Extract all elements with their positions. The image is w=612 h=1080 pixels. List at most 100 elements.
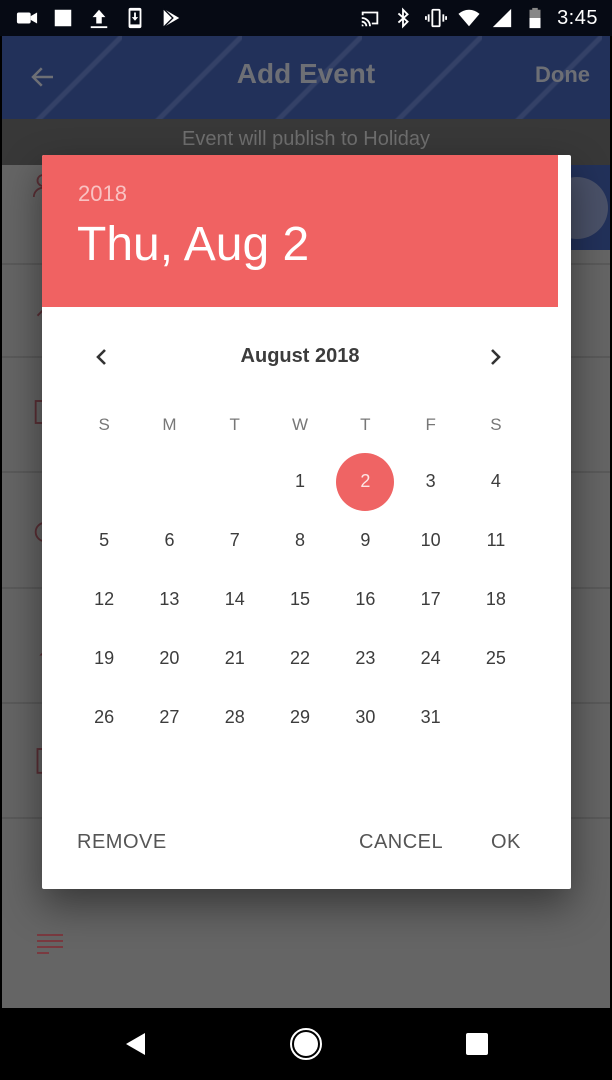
day-number: 15 xyxy=(290,589,311,609)
day-cell[interactable]: 18 xyxy=(463,570,528,629)
empty-day-cell xyxy=(137,452,202,511)
weekday-label: S xyxy=(98,415,110,434)
day-number: 25 xyxy=(485,648,506,668)
notification-icons xyxy=(16,7,182,29)
day-number: 7 xyxy=(229,530,240,550)
app-bar: Add Event Done xyxy=(2,36,610,119)
selected-date[interactable]: Thu, Aug 2 xyxy=(77,217,309,272)
day-number: 6 xyxy=(164,530,175,550)
weekday-label: M xyxy=(162,415,177,434)
day-cell[interactable]: 19 xyxy=(72,629,137,688)
day-cell[interactable]: 15 xyxy=(267,570,332,629)
day-cell[interactable]: 25 xyxy=(463,629,528,688)
play-store-icon xyxy=(163,8,180,28)
weekday-label: S xyxy=(490,415,502,434)
day-number: 31 xyxy=(420,707,441,727)
selected-day-cell[interactable]: 2 xyxy=(333,452,398,511)
selected-year[interactable]: 2018 xyxy=(78,181,127,207)
clock: 3:45 xyxy=(557,6,598,29)
day-cell[interactable]: 31 xyxy=(398,688,463,747)
day-cell[interactable]: 1 xyxy=(267,452,332,511)
bluetooth-icon xyxy=(397,7,409,29)
status-bar: 3:45 xyxy=(0,0,612,36)
square-notification-icon xyxy=(54,9,72,27)
empty-day-cell xyxy=(202,452,267,511)
day-number: 9 xyxy=(360,530,371,550)
day-number: 22 xyxy=(290,648,311,668)
day-cell[interactable]: 7 xyxy=(202,511,267,570)
weekday-header: SMTWTFS xyxy=(72,413,529,437)
day-cell[interactable]: 24 xyxy=(398,629,463,688)
day-cell[interactable]: 27 xyxy=(137,688,202,747)
day-cell[interactable]: 9 xyxy=(333,511,398,570)
day-number: 18 xyxy=(485,589,506,609)
day-cell[interactable]: 30 xyxy=(333,688,398,747)
video-camera-icon xyxy=(16,12,38,24)
weekday-label: W xyxy=(292,415,309,434)
vibrate-icon xyxy=(425,8,448,28)
system-icons: 3:45 xyxy=(359,6,598,30)
day-number: 24 xyxy=(420,648,441,668)
remove-button[interactable]: REMOVE xyxy=(77,831,167,854)
day-number: 28 xyxy=(224,707,245,727)
day-cell[interactable]: 28 xyxy=(202,688,267,747)
cancel-button[interactable]: CANCEL xyxy=(359,831,443,854)
weekday-label: F xyxy=(425,415,436,434)
cell-signal-icon xyxy=(492,8,512,28)
day-number: 26 xyxy=(94,707,115,727)
day-number: 30 xyxy=(355,707,376,727)
weekday-label: T xyxy=(229,415,240,434)
date-picker-header: 2018 Thu, Aug 2 xyxy=(42,155,558,307)
day-cell[interactable]: 3 xyxy=(398,452,463,511)
month-label: August 2018 xyxy=(240,345,360,367)
date-picker-dialog: 2018 Thu, Aug 2 August 2018 SMTWTFS 1234… xyxy=(42,155,571,889)
day-cell[interactable]: 17 xyxy=(398,570,463,629)
day-cell[interactable]: 6 xyxy=(137,511,202,570)
day-number: 16 xyxy=(355,589,376,609)
cast-icon xyxy=(361,11,379,27)
day-cell[interactable]: 8 xyxy=(267,511,332,570)
day-cell[interactable]: 26 xyxy=(72,688,137,747)
day-cell[interactable]: 13 xyxy=(137,570,202,629)
done-button[interactable]: Done xyxy=(535,62,590,88)
day-number: 27 xyxy=(159,707,180,727)
day-cell[interactable]: 29 xyxy=(267,688,332,747)
day-number: 2 xyxy=(360,471,371,491)
day-cell[interactable]: 23 xyxy=(333,629,398,688)
day-grid: 1 2 3 4 5 6 7 8 9 10 11 12 13 14 15 16 17 18 19 20 21 22 23 24 2… xyxy=(72,452,529,747)
page-title: Add Event xyxy=(236,58,376,89)
phone-download-icon xyxy=(128,7,142,29)
day-cell[interactable]: 21 xyxy=(202,629,267,688)
chevron-right-icon[interactable] xyxy=(483,345,507,369)
day-number: 8 xyxy=(295,530,306,550)
day-number: 29 xyxy=(290,707,311,727)
month-navigation: August 2018 xyxy=(42,333,558,381)
back-triangle-icon[interactable] xyxy=(118,1026,154,1062)
day-number: 23 xyxy=(355,648,376,668)
day-cell[interactable]: 10 xyxy=(398,511,463,570)
day-cell[interactable]: 14 xyxy=(202,570,267,629)
notes-icon xyxy=(37,934,63,954)
day-cell[interactable]: 12 xyxy=(72,570,137,629)
home-circle-icon[interactable] xyxy=(288,1026,324,1062)
upload-icon xyxy=(90,9,108,29)
weekday-label: T xyxy=(360,415,371,434)
day-number: 4 xyxy=(490,471,501,491)
wifi-icon xyxy=(458,9,480,27)
day-number: 11 xyxy=(486,530,506,550)
day-number: 17 xyxy=(420,589,441,609)
ok-button[interactable]: OK xyxy=(491,831,521,854)
day-number: 14 xyxy=(224,589,245,609)
day-cell[interactable]: 20 xyxy=(137,629,202,688)
recents-square-icon[interactable] xyxy=(459,1026,495,1062)
day-cell[interactable]: 4 xyxy=(463,452,528,511)
day-cell[interactable]: 5 xyxy=(72,511,137,570)
day-number: 12 xyxy=(94,589,115,609)
day-cell[interactable]: 11 xyxy=(463,511,528,570)
day-number: 19 xyxy=(94,648,115,668)
day-cell[interactable]: 16 xyxy=(333,570,398,629)
battery-icon xyxy=(529,7,541,29)
day-number: 1 xyxy=(295,471,306,491)
day-number: 5 xyxy=(99,530,110,550)
day-cell[interactable]: 22 xyxy=(267,629,332,688)
